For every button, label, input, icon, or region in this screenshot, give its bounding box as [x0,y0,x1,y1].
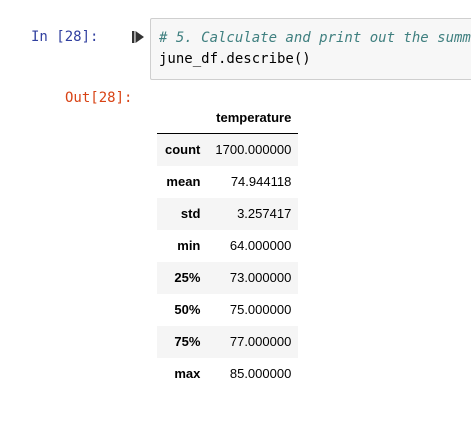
notebook-page: In [28]: # 5. Calculate and print out th… [0,0,471,433]
table-row: max 85.000000 [157,358,299,390]
table-row: 75% 77.000000 [157,326,299,358]
row-label: max [174,366,201,381]
output-prompt: Out[28]: [65,90,133,106]
column-header-temperature: temperature [207,102,299,134]
cell-value: 75.000000 [229,302,292,317]
code-comment-line: # 5. Calculate and print out the summary… [159,30,471,46]
cell-value: 73.000000 [229,270,292,285]
cell-value: 77.000000 [229,334,292,349]
table-row: 25% 73.000000 [157,262,299,294]
table-row: min 64.000000 [157,230,299,262]
table-row: std 3.257417 [157,198,299,230]
code-cell-input[interactable]: # 5. Calculate and print out the summary… [150,18,471,80]
row-label: count [165,142,201,157]
row-label: mean [166,174,201,189]
row-label: 50% [174,302,201,317]
describe-output-table: temperature count 1700.000000 mean 74.94… [157,102,299,390]
table-row: mean 74.944118 [157,166,299,198]
input-prompt: In [28]: [31,29,99,45]
cell-value: 85.000000 [229,366,292,381]
run-cell-icon[interactable] [131,30,145,44]
row-label: std [180,206,201,221]
cell-value: 1700.000000 [215,142,292,157]
index-header [157,102,208,134]
row-label: 75% [174,334,201,349]
code-statement-line: june_df.describe() [159,51,311,67]
row-label: min [177,238,201,253]
table-row: 50% 75.000000 [157,294,299,326]
row-label: 25% [174,270,201,285]
cell-value: 74.944118 [230,174,292,189]
cell-value: 64.000000 [229,238,292,253]
cell-value: 3.257417 [237,206,292,221]
table-header-row: temperature [157,102,299,134]
table-row: count 1700.000000 [157,133,299,166]
